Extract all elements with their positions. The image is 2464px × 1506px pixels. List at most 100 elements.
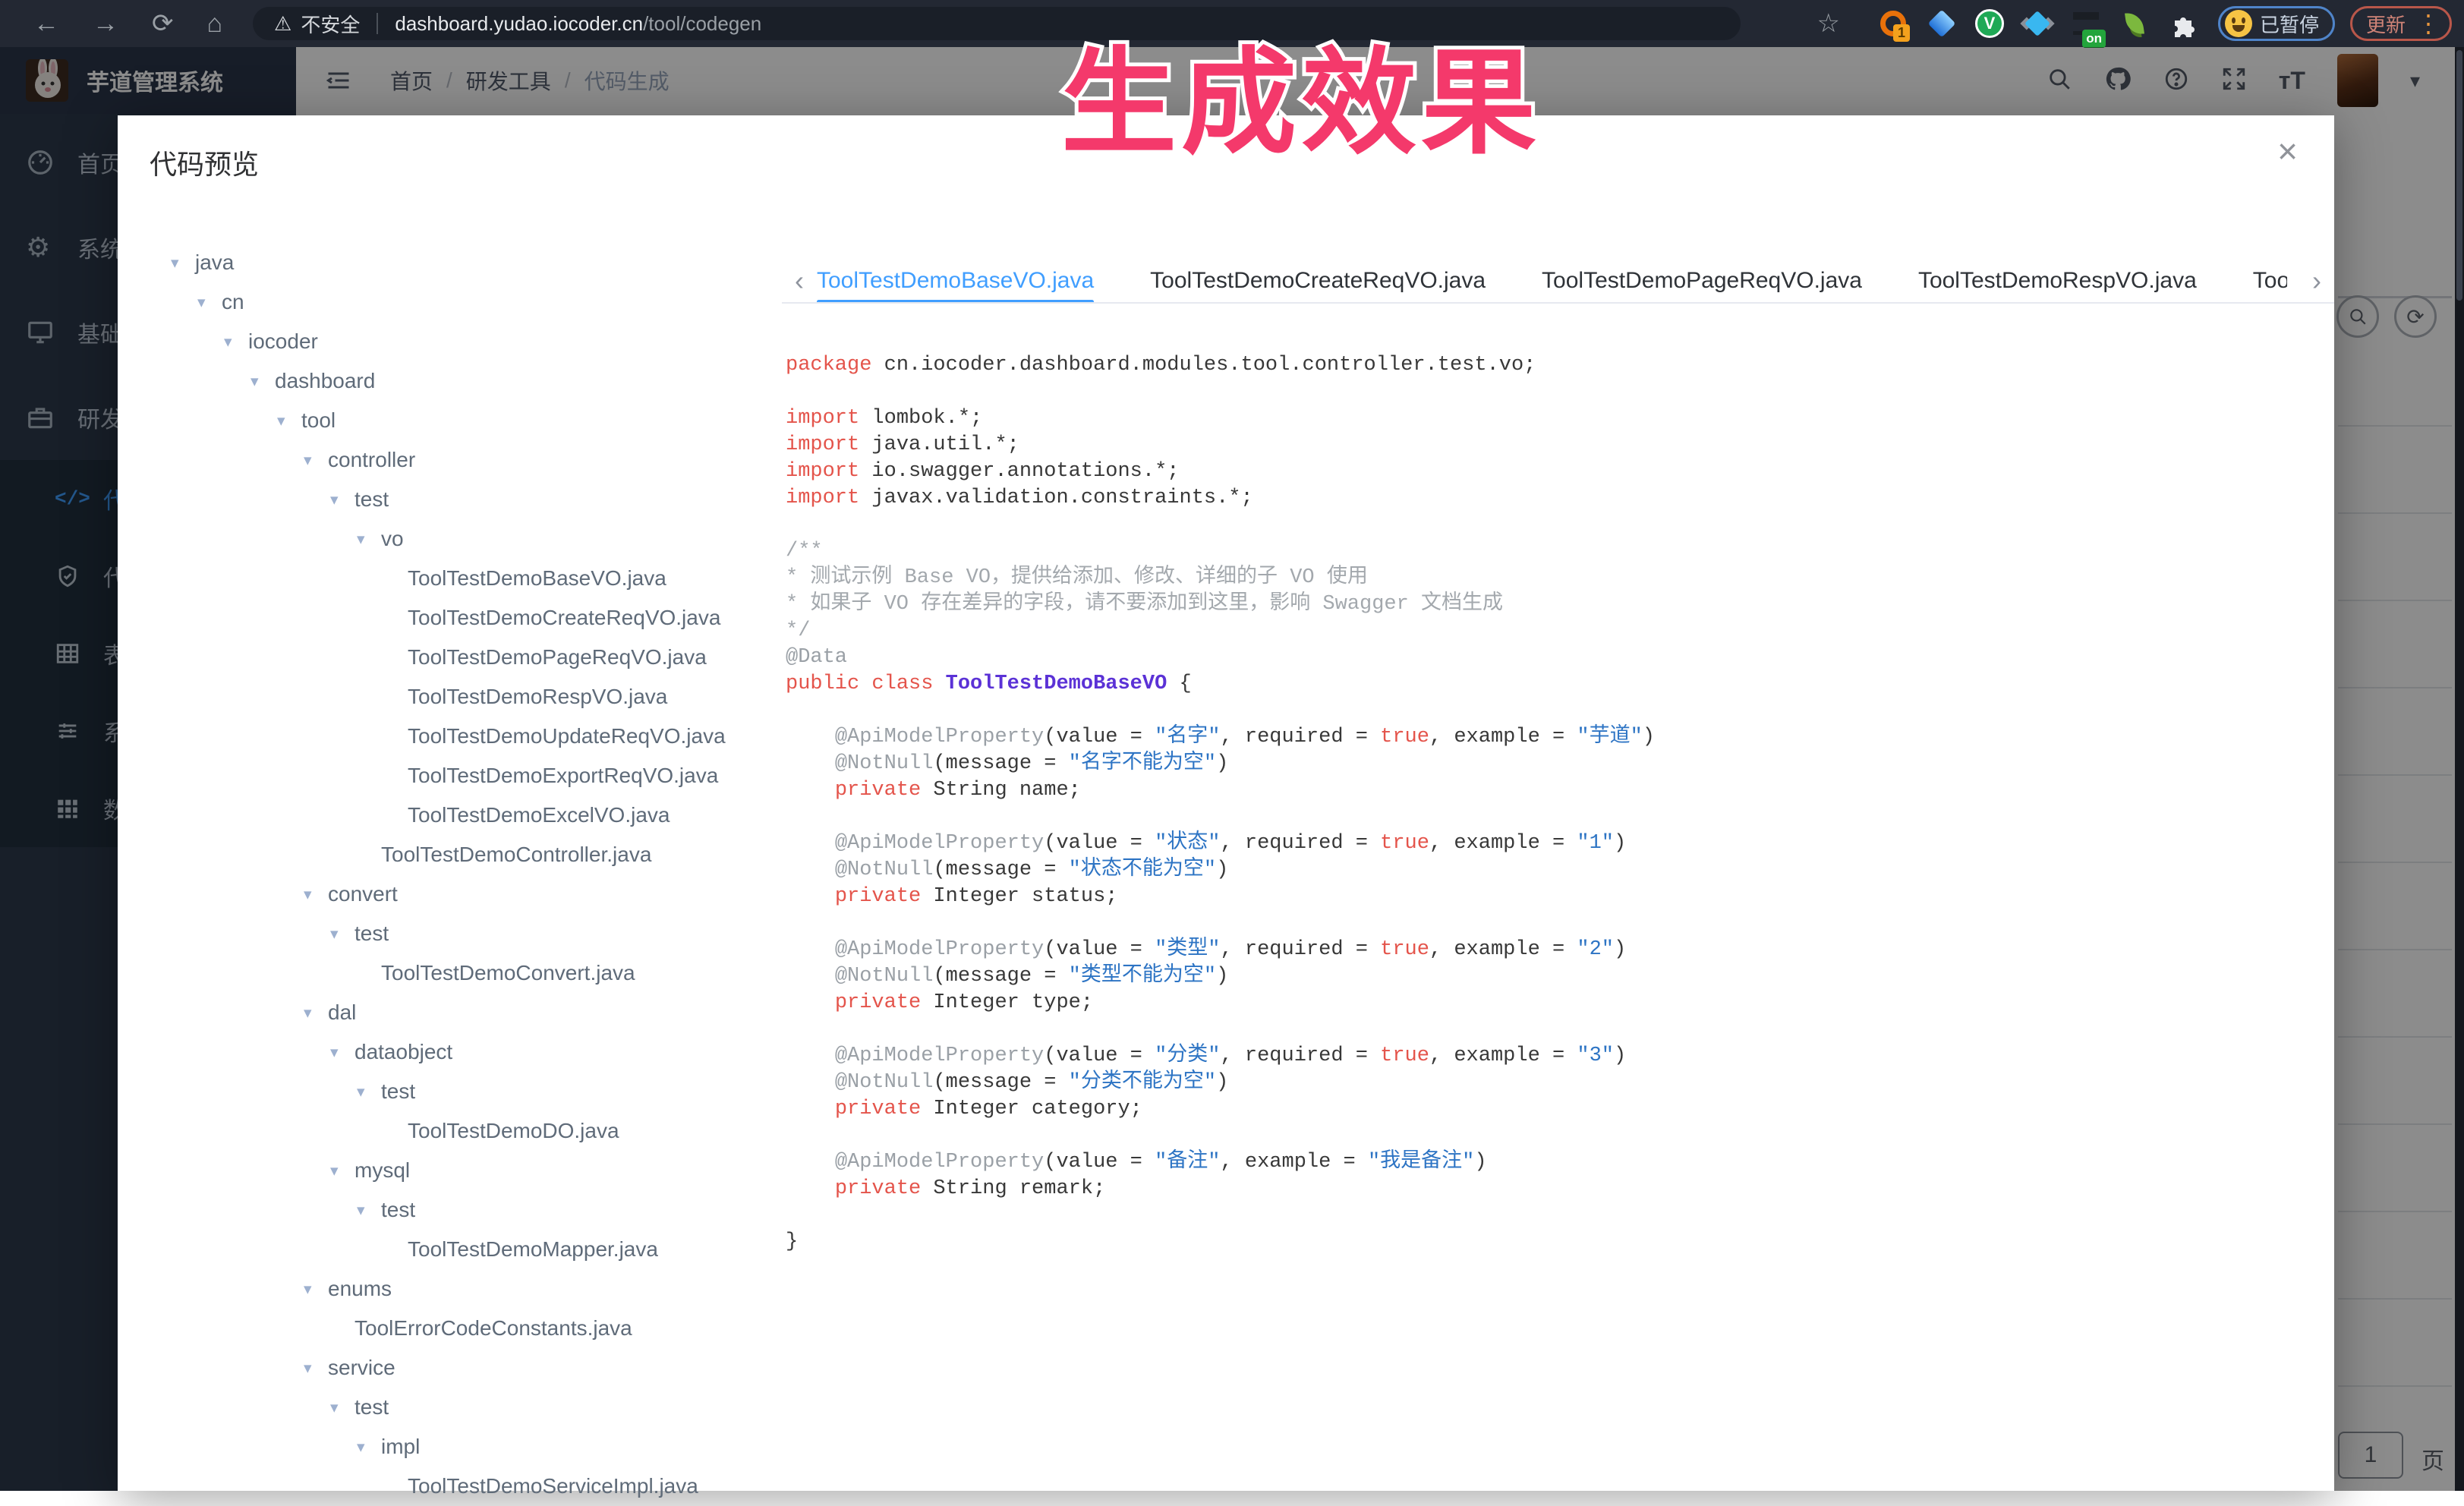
caret-down-icon[interactable]: ▾ [171,254,195,273]
extension-blue-gem-icon[interactable] [2022,8,2053,39]
extension-tasklist-icon[interactable]: on [2071,8,2101,39]
tree-folder[interactable]: ▾service [148,1348,763,1388]
tree-folder[interactable]: ▾cn [148,282,763,322]
tree-file[interactable]: ▾ToolTestDemoBaseVO.java [148,559,763,598]
file-tab[interactable]: ToolTestDemoCreateReqVO.java [1150,260,1486,302]
tree-file[interactable]: ▾ToolTestDemoConvert.java [148,953,763,993]
code-line: * 如果子 VO 存在差异的字段，请不要添加到这里，影响 Swagger 文档生… [786,591,1655,618]
tabs-scroll-left-icon[interactable]: ‹ [782,260,817,302]
tree-node-label: test [354,922,389,946]
file-tab[interactable]: ToolTestDemoPageReqVO.java [1542,260,1862,302]
extension-blue-drop-icon[interactable] [1927,8,1957,39]
tree-folder[interactable]: ▾iocoder [148,322,763,361]
code-line: @ApiModelProperty(value = "状态", required… [786,830,1655,857]
extension-leaf-icon[interactable] [2119,8,2150,39]
tree-folder[interactable]: ▾convert [148,874,763,914]
code-line: @ApiModelProperty(value = "名字", required… [786,724,1655,751]
tree-folder[interactable]: ▾impl [148,1427,763,1467]
blue-gem-shape [2024,11,2050,36]
caret-down-icon[interactable]: ▾ [330,1398,354,1417]
tree-file[interactable]: ▾ToolErrorCodeConstants.java [148,1309,763,1348]
tree-file[interactable]: ▾ToolTestDemoDO.java [148,1111,763,1151]
security-label: 不安全 [301,10,360,38]
tree-folder[interactable]: ▾dataobject [148,1032,763,1072]
tabs-scroll-right-icon[interactable]: › [2299,260,2334,302]
extension-green-circle-icon[interactable]: V [1975,9,2004,38]
tree-node-label: test [381,1079,415,1104]
caret-down-icon[interactable]: ▾ [330,925,354,944]
code-line: * 测试示例 Base VO，提供给添加、修改、详细的子 VO 使用 [786,565,1655,591]
caret-down-icon[interactable]: ▾ [330,1043,354,1062]
sync-paused-chip[interactable]: 已暂停 [2218,6,2335,41]
browser-menu-kebab-icon[interactable]: ⋮ [2416,9,2440,38]
tree-file[interactable]: ▾ToolTestDemoExcelVO.java [148,796,763,835]
caret-down-icon[interactable]: ▾ [357,1438,381,1457]
tree-node-label: ToolTestDemoRespVO.java [408,685,667,709]
tree-file[interactable]: ▾ToolTestDemoExportReqVO.java [148,756,763,796]
page-scrollbar[interactable] [2455,47,2464,1491]
tree-folder[interactable]: ▾mysql [148,1151,763,1190]
browser-reload-button[interactable]: ⟳ [152,0,174,47]
browser-back-button[interactable]: ← [33,0,59,47]
tree-file[interactable]: ▾ToolTestDemoServiceImpl.java [148,1467,763,1506]
update-chip-label: 更新 [2366,10,2406,38]
code-line: private Integer type; [786,990,1655,1016]
code-line: private String remark; [786,1176,1655,1202]
tree-folder[interactable]: ▾test [148,914,763,953]
caret-down-icon[interactable]: ▾ [250,372,275,391]
browser-forward-button[interactable]: → [93,0,118,47]
caret-down-icon[interactable]: ▾ [304,1359,328,1378]
browser-home-button[interactable]: ⌂ [207,0,223,47]
caret-down-icon[interactable]: ▾ [357,1082,381,1101]
tree-folder[interactable]: ▾test [148,1190,763,1230]
caret-down-icon[interactable]: ▾ [197,293,222,312]
tree-node-label: cn [222,290,244,314]
file-tab[interactable]: ToolTe [2253,260,2287,302]
code-line [786,1016,1655,1043]
tree-node-label: ToolTestDemoPageReqVO.java [408,645,707,670]
tree-folder[interactable]: ▾dashboard [148,361,763,401]
security-warning-icon: ⚠ [274,12,291,36]
tree-file[interactable]: ▾ToolTestDemoCreateReqVO.java [148,598,763,638]
extension-orange-ring-icon[interactable]: 1 [1878,8,1908,39]
caret-down-icon[interactable]: ▾ [224,332,248,351]
tree-folder[interactable]: ▾test [148,480,763,519]
file-tab[interactable]: ToolTestDemoBaseVO.java [817,260,1094,302]
caret-down-icon[interactable]: ▾ [304,1280,328,1299]
tree-file[interactable]: ▾ToolTestDemoController.java [148,835,763,874]
tree-node-label: ToolErrorCodeConstants.java [354,1316,632,1341]
caret-down-icon[interactable]: ▾ [304,451,328,470]
browser-update-chip[interactable]: 更新 ⋮ [2350,6,2452,41]
file-tab[interactable]: ToolTestDemoRespVO.java [1918,260,2197,302]
tree-folder[interactable]: ▾java [148,243,763,282]
caret-down-icon[interactable]: ▾ [304,885,328,904]
caret-down-icon[interactable]: ▾ [277,411,301,430]
tree-folder[interactable]: ▾test [148,1072,763,1111]
tree-file[interactable]: ▾ToolTestDemoPageReqVO.java [148,638,763,677]
code-line: import io.swagger.annotations.*; [786,458,1655,485]
tree-folder[interactable]: ▾test [148,1388,763,1427]
tree-node-label: ToolTestDemoMapper.java [408,1237,658,1262]
tree-node-label: vo [381,527,404,551]
caret-down-icon[interactable]: ▾ [330,490,354,509]
tree-node-label: ToolTestDemoExportReqVO.java [408,764,718,788]
tree-folder[interactable]: ▾tool [148,401,763,440]
tree-node-label: enums [328,1277,392,1301]
close-icon[interactable]: × [2277,134,2298,169]
tree-file[interactable]: ▾ToolTestDemoRespVO.java [148,677,763,717]
caret-down-icon[interactable]: ▾ [304,1003,328,1022]
caret-down-icon[interactable]: ▾ [357,1201,381,1220]
caret-down-icon[interactable]: ▾ [357,530,381,549]
code-line: @NotNull(message = "状态不能为空") [786,857,1655,884]
tree-folder[interactable]: ▾dal [148,993,763,1032]
tree-folder[interactable]: ▾vo [148,519,763,559]
bookmark-star-icon[interactable]: ☆ [1816,8,1839,39]
tree-folder[interactable]: ▾controller [148,440,763,480]
extensions-puzzle-icon[interactable] [2168,8,2198,39]
tree-folder[interactable]: ▾enums [148,1269,763,1309]
scrollbar-thumb[interactable] [2456,50,2462,301]
caret-down-icon[interactable]: ▾ [330,1161,354,1180]
tree-file[interactable]: ▾ToolTestDemoMapper.java [148,1230,763,1269]
tree-file[interactable]: ▾ToolTestDemoUpdateReqVO.java [148,717,763,756]
code-line: @ApiModelProperty(value = "备注", example … [786,1149,1655,1176]
